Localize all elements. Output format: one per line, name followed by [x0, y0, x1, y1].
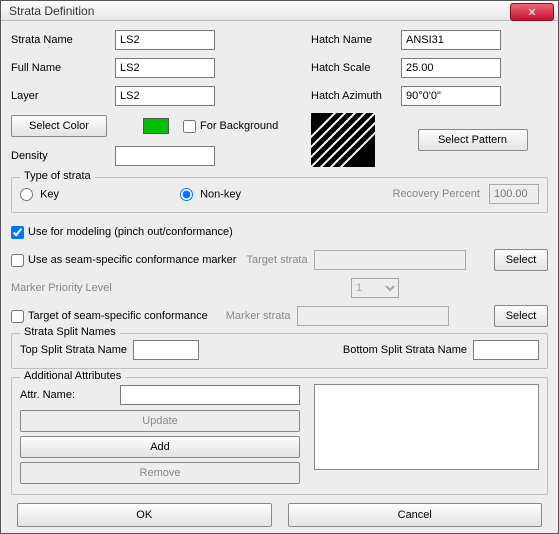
window-title: Strata Definition: [9, 4, 94, 18]
hatch-azimuth-input[interactable]: [401, 86, 501, 106]
hatch-azimuth-label: Hatch Azimuth: [311, 90, 401, 102]
titlebar: Strata Definition ✕: [1, 1, 558, 21]
for-background-label: For Background: [200, 120, 278, 132]
use-as-marker-label: Use as seam-specific conformance marker: [28, 254, 236, 266]
key-radio-label: Key: [40, 188, 59, 200]
marker-priority-select: 1: [351, 278, 399, 298]
target-of-conformance-label: Target of seam-specific conformance: [28, 310, 208, 322]
top-split-input[interactable]: [133, 340, 199, 360]
window-close-button[interactable]: ✕: [510, 3, 554, 21]
add-button[interactable]: Add: [20, 436, 300, 458]
layer-input[interactable]: [115, 86, 215, 106]
marker-strata-input: [297, 306, 449, 326]
target-strata-input: [314, 250, 466, 270]
density-input[interactable]: [115, 146, 215, 166]
nonkey-radio[interactable]: [180, 188, 193, 201]
dialog-window: Strata Definition ✕ Strata Name Full Nam…: [0, 0, 559, 534]
bottom-split-input[interactable]: [473, 340, 539, 360]
left-column: Strata Name Full Name Layer Select Color: [11, 29, 311, 173]
type-of-strata-group: Type of strata Key Non-key Recovery Perc…: [11, 177, 548, 213]
hatch-name-input[interactable]: [401, 30, 501, 50]
type-of-strata-legend: Type of strata: [20, 170, 95, 182]
use-as-marker-checkbox[interactable]: [11, 254, 24, 267]
additional-attributes-legend: Additional Attributes: [20, 370, 125, 382]
target-strata-label: Target strata: [246, 254, 307, 266]
hatch-scale-input[interactable]: [401, 58, 501, 78]
layer-label: Layer: [11, 90, 115, 102]
hatch-preview: [311, 113, 375, 167]
select-pattern-button[interactable]: Select Pattern: [418, 129, 528, 151]
target-of-conformance-checkbox[interactable]: [11, 310, 24, 323]
use-for-modeling-checkbox[interactable]: [11, 226, 24, 239]
strata-name-label: Strata Name: [11, 34, 115, 46]
target-strata-select-button[interactable]: Select: [494, 249, 548, 271]
update-button: Update: [20, 410, 300, 432]
marker-strata-label: Marker strata: [226, 310, 291, 322]
for-background-checkbox[interactable]: [183, 120, 196, 133]
recovery-percent-input: [489, 184, 539, 204]
color-swatch: [143, 118, 169, 134]
split-names-legend: Strata Split Names: [20, 326, 120, 338]
nonkey-radio-label: Non-key: [200, 188, 241, 200]
bottom-split-label: Bottom Split Strata Name: [343, 344, 467, 356]
dialog-buttons: OK Cancel: [11, 503, 548, 527]
density-label: Density: [11, 150, 115, 162]
split-names-group: Strata Split Names Top Split Strata Name…: [11, 333, 548, 369]
remove-button: Remove: [20, 462, 300, 484]
full-name-label: Full Name: [11, 62, 115, 74]
right-column: Hatch Name Hatch Scale Hatch Azimuth: [311, 29, 548, 173]
hatch-name-label: Hatch Name: [311, 34, 401, 46]
use-for-modeling-label: Use for modeling (pinch out/conformance): [28, 226, 233, 238]
full-name-input[interactable]: [115, 58, 215, 78]
strata-name-input[interactable]: [115, 30, 215, 50]
top-split-label: Top Split Strata Name: [20, 344, 127, 356]
top-grid: Strata Name Full Name Layer Select Color: [11, 29, 548, 173]
dialog-content: Strata Name Full Name Layer Select Color: [1, 21, 558, 533]
cancel-button[interactable]: Cancel: [288, 503, 543, 527]
key-radio[interactable]: [20, 188, 33, 201]
attr-name-label: Attr. Name:: [20, 389, 120, 401]
marker-priority-label: Marker Priority Level: [11, 282, 231, 294]
hatch-scale-label: Hatch Scale: [311, 62, 401, 74]
select-color-button[interactable]: Select Color: [11, 115, 107, 137]
ok-button[interactable]: OK: [17, 503, 272, 527]
recovery-percent-label: Recovery Percent: [393, 188, 480, 200]
attr-name-input[interactable]: [120, 385, 300, 405]
additional-attributes-group: Additional Attributes Attr. Name: Update…: [11, 377, 548, 495]
attributes-list[interactable]: [314, 384, 539, 470]
close-icon: ✕: [527, 6, 536, 19]
marker-strata-select-button[interactable]: Select: [494, 305, 548, 327]
